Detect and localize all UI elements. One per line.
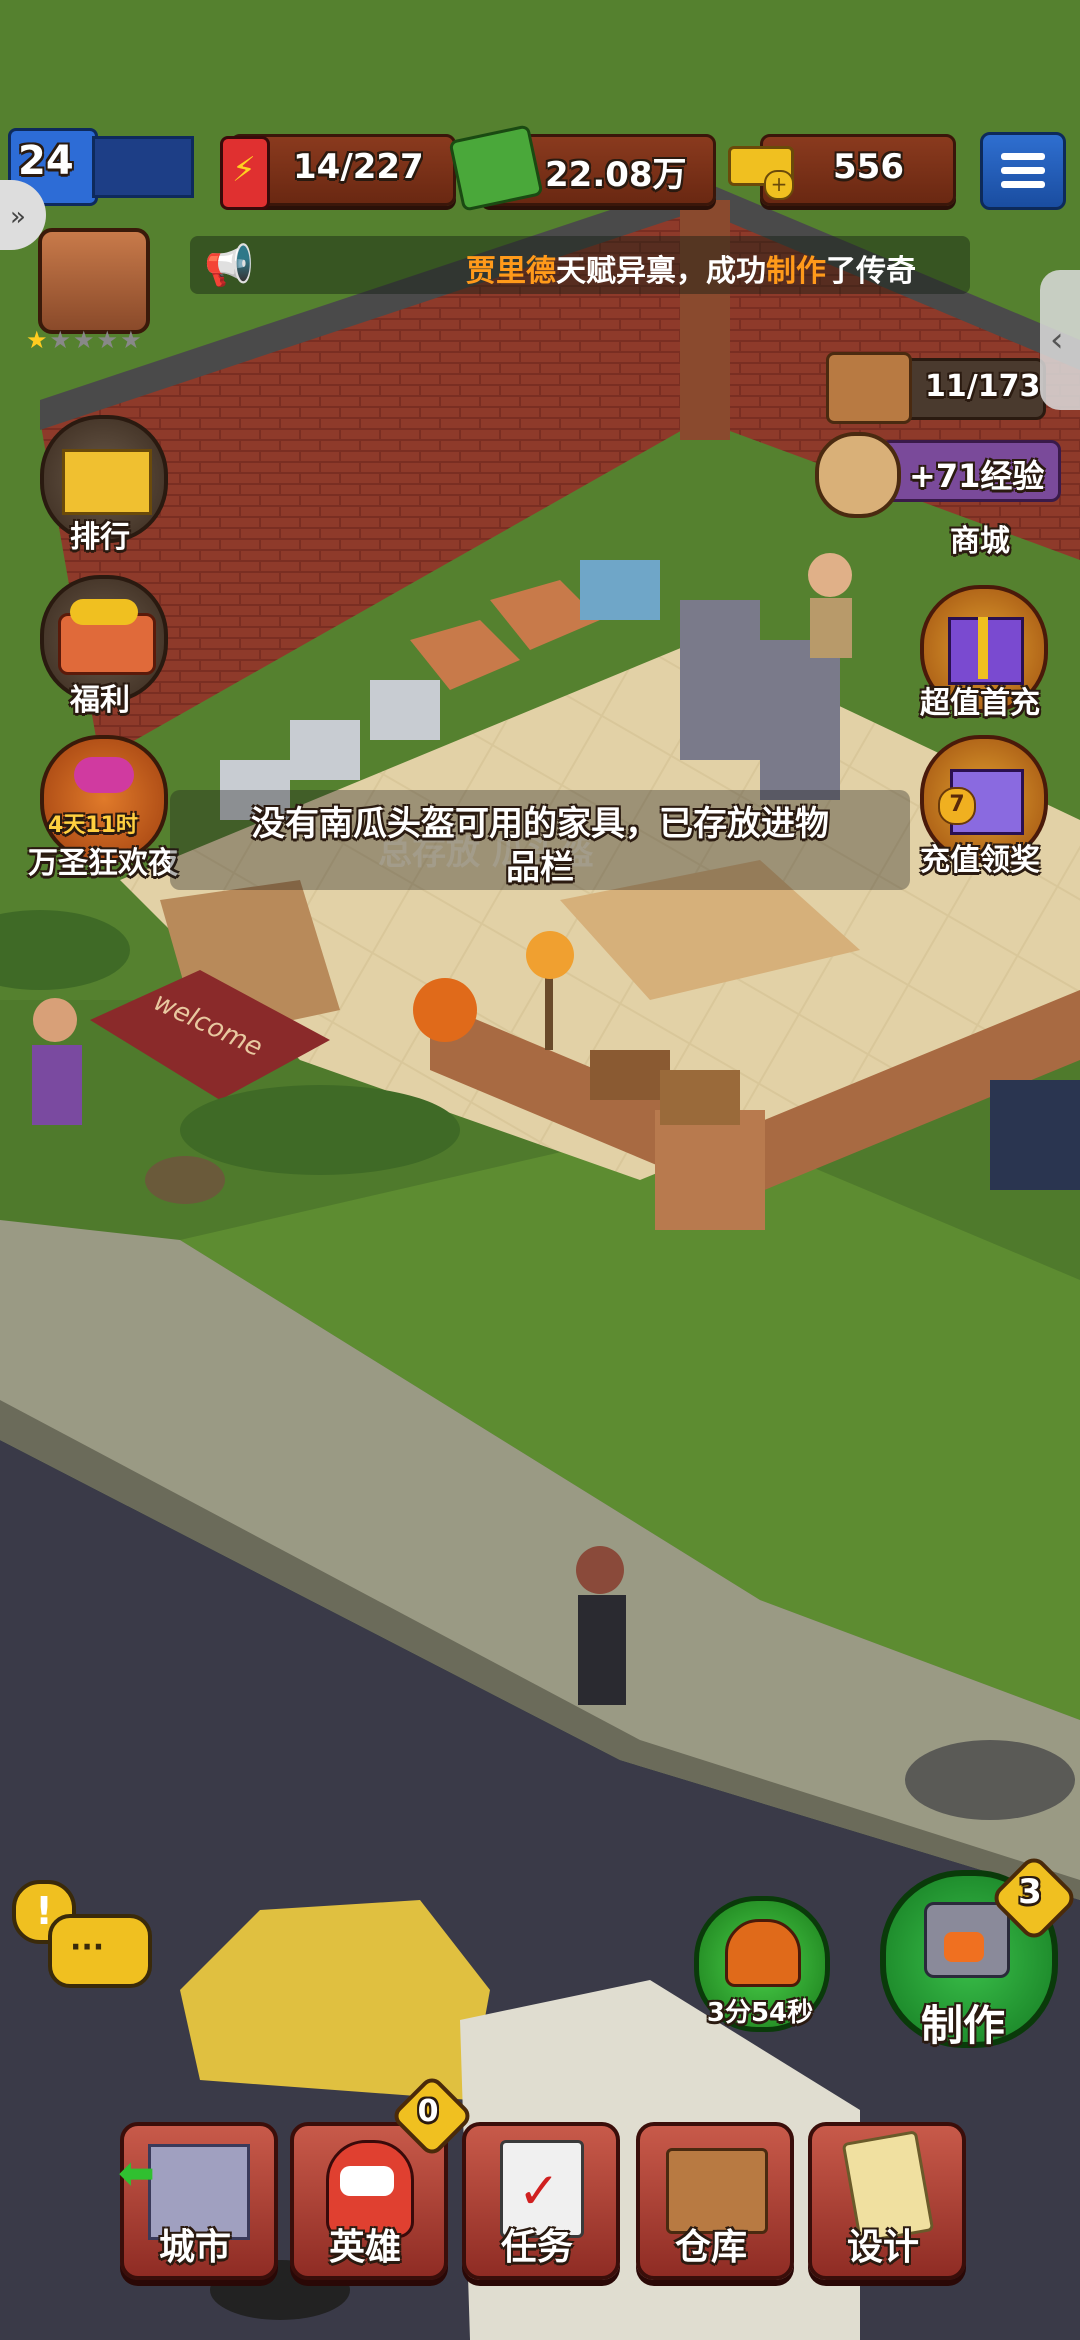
energy-value: 14/227 bbox=[293, 147, 424, 187]
battery-icon: ⚡ bbox=[210, 130, 274, 210]
welfare-label: 福利 bbox=[70, 683, 130, 718]
nav-city-label: 城市 bbox=[158, 2227, 231, 2268]
side-drawer-handle[interactable]: ‹ bbox=[1040, 270, 1080, 410]
megaphone-icon: 📢 bbox=[204, 243, 254, 289]
chat-bubble-icon[interactable]: ··· bbox=[48, 1914, 152, 1988]
crafting-timer: 3分54秒 bbox=[706, 1998, 814, 2028]
ticker-make: 制作 bbox=[766, 254, 826, 289]
shop-label: 商城 bbox=[950, 524, 1010, 559]
nav-warehouse-label: 仓库 bbox=[674, 2227, 747, 2268]
xp-gain: +71经验 bbox=[909, 457, 1045, 495]
ticker-mid: 天赋异禀，成功 bbox=[556, 254, 766, 289]
first-recharge-label: 超值首充 bbox=[920, 686, 1040, 721]
podium-icon bbox=[62, 449, 152, 515]
halloween-timer: 4天11时 bbox=[48, 813, 138, 838]
ranking-label: 排行 bbox=[70, 520, 130, 555]
shop-rating-stars: ★★★★★ bbox=[26, 326, 144, 354]
ticker-name: 贾里德 bbox=[466, 254, 556, 289]
level-number: 24 bbox=[18, 138, 74, 184]
ticker-text: 贾里德天赋异禀，成功制作了传奇 bbox=[466, 246, 916, 290]
ticker-tail: 了传奇 bbox=[826, 254, 916, 289]
news-ticker: 📢 贾里德天赋异禀，成功制作了传奇 bbox=[190, 236, 970, 294]
candy-icon bbox=[74, 757, 134, 793]
heroes-badge: 0 bbox=[417, 2094, 439, 2129]
recharge-reward-label: 充值领奖 bbox=[920, 843, 1040, 878]
gold-bar-icon: + bbox=[720, 136, 800, 200]
recharge-badge: 7 bbox=[938, 787, 976, 825]
gold-value: 556 bbox=[833, 147, 904, 187]
toast-line-2: 品栏 bbox=[506, 848, 574, 888]
nav-tasks-label: 任务 bbox=[500, 2227, 573, 2268]
toast-line-1: 没有南瓜头盔可用的家具，已存放进物 bbox=[251, 804, 829, 844]
pumpkin-helmet-icon bbox=[725, 1919, 801, 1987]
cash-value: 22.08万 bbox=[545, 155, 687, 195]
nav-design-label: 设计 bbox=[846, 2227, 919, 2268]
craft-badge: 3 bbox=[1018, 1872, 1042, 1912]
back-arrow-icon: ⬅ bbox=[118, 2148, 155, 2199]
shop-emblem-icon[interactable] bbox=[38, 228, 150, 334]
craft-label: 制作 bbox=[920, 2001, 1005, 2050]
xp-badge: +71经验 bbox=[880, 440, 1061, 502]
shopkeeper-avatar[interactable] bbox=[815, 432, 901, 518]
notification-toast: 没有南瓜头盔可用的家具，已存放进物 品栏 bbox=[170, 790, 910, 890]
crate-icon bbox=[826, 352, 912, 424]
main-menu-button[interactable] bbox=[980, 132, 1066, 210]
nav-heroes-label: 英雄 bbox=[328, 2227, 401, 2268]
inventory-count: 11/173 bbox=[925, 369, 1041, 404]
